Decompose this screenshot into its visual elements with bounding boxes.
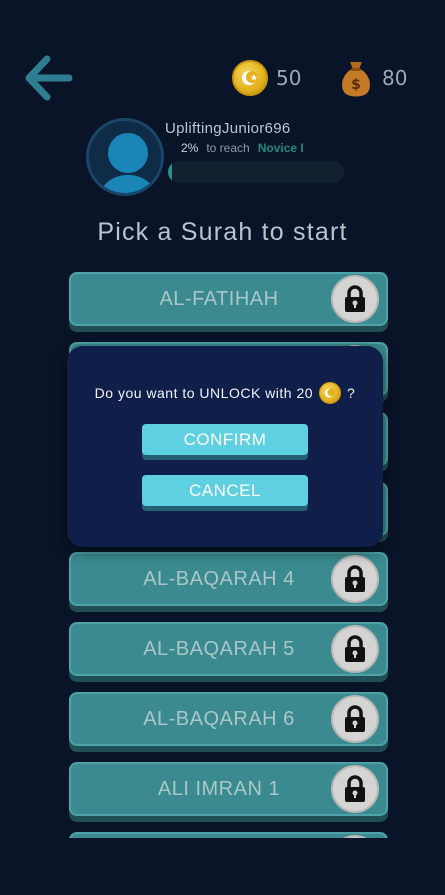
- surah-label: AL-FATIHAH: [159, 288, 279, 310]
- surah-item[interactable]: AL-BAQARAH 6: [69, 692, 388, 752]
- crescent-coin-icon: [232, 60, 268, 96]
- surah-item[interactable]: AL-FATIHAH: [69, 272, 388, 332]
- money-bag-icon: $: [338, 58, 374, 98]
- unlock-message-suffix: ?: [347, 385, 356, 401]
- svg-text:$: $: [351, 77, 361, 93]
- to-reach-text: to reach: [206, 141, 250, 155]
- surah-label: AL-BAQARAH 5: [143, 638, 295, 660]
- coin-count: 50: [276, 66, 302, 90]
- unlock-dialog: Do you want to UNLOCK with 20 ? CONFIRM …: [67, 346, 383, 547]
- lock-icon: [331, 275, 379, 323]
- lock-icon: [331, 695, 379, 743]
- surah-label: [69, 832, 369, 838]
- username: UpliftingJunior696: [165, 120, 291, 137]
- money-bag-balance: $ 80: [338, 58, 407, 98]
- rank-progress-bar: [168, 161, 344, 183]
- bag-count: 80: [382, 66, 408, 90]
- surah-label: ALI IMRAN 1: [157, 778, 281, 800]
- unlock-message-text: Do you want to UNLOCK with 20: [94, 385, 314, 401]
- rank-progress-fill: [168, 161, 172, 183]
- surah-item[interactable]: AL-BAQARAH 4: [69, 552, 388, 612]
- unlock-message: Do you want to UNLOCK with 20 ?: [67, 382, 383, 404]
- lock-icon: [331, 625, 379, 673]
- surah-item[interactable]: [69, 832, 388, 838]
- back-button[interactable]: [18, 52, 76, 108]
- crescent-coin-icon: [319, 382, 342, 404]
- avatar-body-shape: [97, 175, 159, 193]
- arrow-left-icon: [21, 53, 73, 108]
- coin-balance: 50: [232, 58, 301, 98]
- confirm-label: CONFIRM: [142, 424, 308, 455]
- avatar[interactable]: [86, 118, 164, 196]
- lock-icon: [331, 555, 379, 603]
- cancel-button[interactable]: CANCEL: [142, 475, 308, 511]
- surah-item[interactable]: ALI IMRAN 1: [69, 762, 388, 822]
- surah-label: AL-BAQARAH 4: [143, 568, 295, 590]
- progress-percent: 2%: [181, 141, 199, 155]
- cancel-label: CANCEL: [142, 475, 308, 506]
- page-title: Pick a Surah to start: [97, 218, 348, 246]
- surah-label: AL-BAQARAH 6: [143, 708, 295, 730]
- confirm-button[interactable]: CONFIRM: [142, 424, 308, 460]
- lock-icon: [331, 765, 379, 813]
- avatar-head-shape: [108, 133, 148, 173]
- rank-progress-info: 2% to reach Novice I: [181, 141, 304, 155]
- next-rank: Novice I: [257, 141, 304, 155]
- surah-item[interactable]: AL-BAQARAH 5: [69, 622, 388, 682]
